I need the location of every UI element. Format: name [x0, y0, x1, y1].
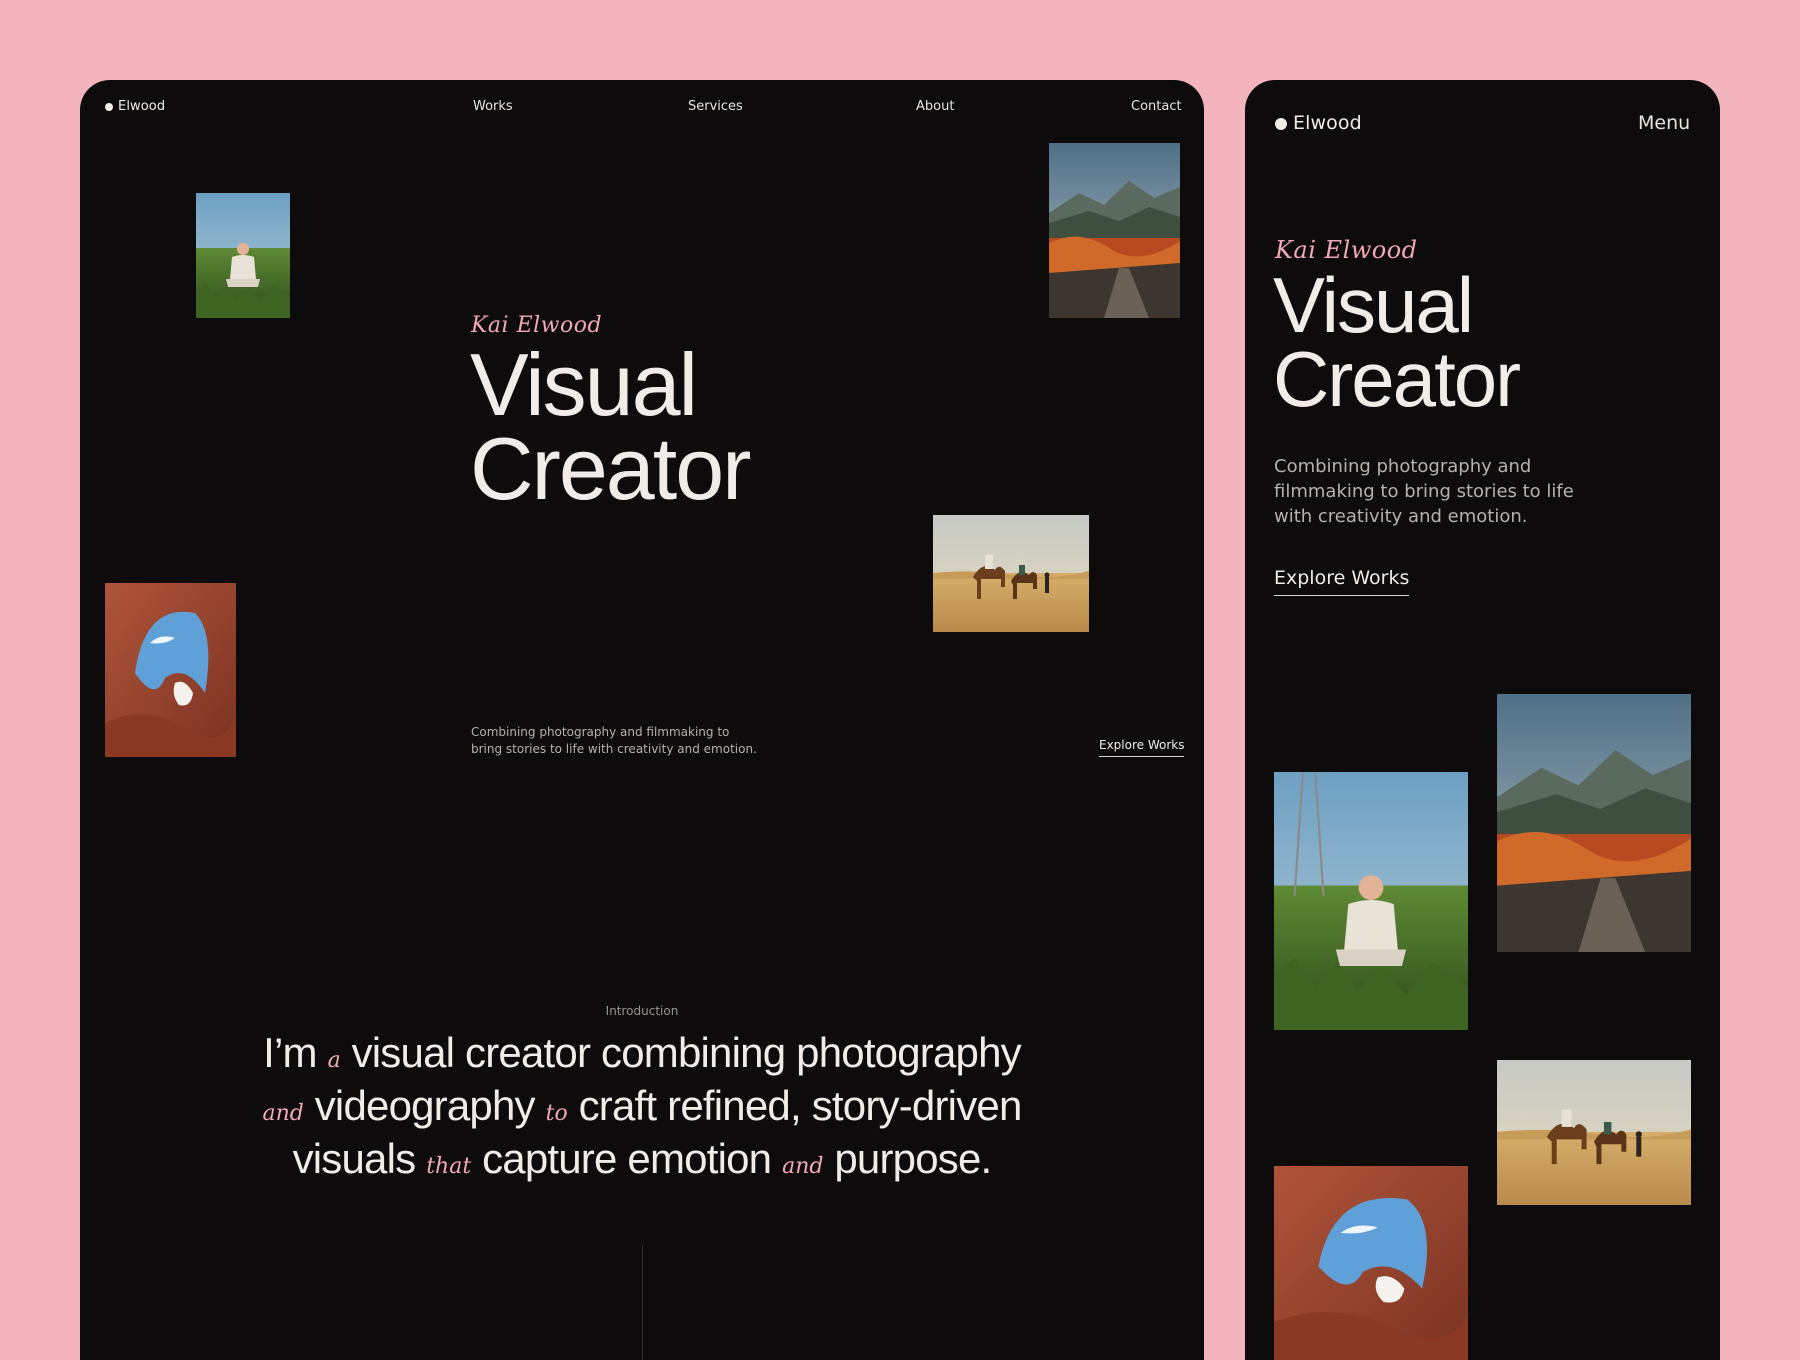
mobile-subtitle-line: filmmaking to bring stories to life: [1274, 481, 1574, 502]
mobile-desert-camels-photo: [1497, 1060, 1691, 1205]
mobile-hero-title: Visual Creator: [1273, 261, 1521, 424]
intro-script-word: to: [545, 1101, 568, 1126]
brand-dot-icon: [105, 102, 113, 111]
mobile-subtitle-line: with creativity and emotion.: [1274, 506, 1528, 527]
mobile-preview: Elwood Menu Kai Elwood Visual Creator Co…: [1245, 80, 1720, 1360]
hero-title-line1: Visual: [470, 335, 698, 434]
mobile-explore-works-link[interactable]: Explore Works: [1274, 567, 1410, 596]
mobile-autumn-mountains-photo: [1497, 694, 1691, 952]
intro-text-part: visual creator combining: [351, 1029, 786, 1076]
desert-camels-photo: [933, 515, 1089, 632]
intro-text-part: purpose.: [834, 1135, 992, 1182]
hero-subtitle-line2: bring stories to life with creativity an…: [471, 741, 757, 756]
intro-script-word: and: [262, 1101, 304, 1126]
brand-name: Elwood: [118, 99, 166, 114]
hero-title-line2: Creator: [470, 418, 751, 518]
intro-text-part: capture emotion: [482, 1135, 772, 1182]
hero-subtitle-line1: Combining photography and filmmaking to: [471, 725, 730, 739]
intro-script-word: and: [782, 1154, 824, 1179]
nav-services[interactable]: Services: [688, 99, 743, 114]
intro-statement: I’m a visual creator combining photograp…: [242, 1030, 1042, 1189]
intro-text-part: photography: [796, 1029, 1022, 1076]
intro-text-part: videography: [314, 1082, 536, 1129]
person-in-field-photo: [196, 193, 290, 318]
divider-line: [642, 1245, 643, 1360]
mobile-hero-subtitle: Combining photography and filmmaking to …: [1274, 454, 1574, 529]
intro-text-part: craft: [578, 1082, 657, 1129]
hero-title: Visual Creator: [470, 335, 751, 518]
rock-arch-photo: [105, 583, 236, 757]
mobile-hero-name: Kai Elwood: [1275, 236, 1418, 264]
brand-logo[interactable]: Elwood: [105, 99, 165, 114]
mobile-person-in-field-photo: [1274, 772, 1468, 1030]
intro-text-part: I’m: [263, 1029, 317, 1076]
nav-contact[interactable]: Contact: [1131, 99, 1182, 114]
mobile-hero-title-line1: Visual: [1273, 261, 1474, 349]
autumn-mountains-photo: [1049, 143, 1180, 318]
nav-about[interactable]: About: [916, 99, 954, 114]
intro-script-word: a: [327, 1048, 341, 1073]
intro-label: Introduction: [605, 1004, 679, 1018]
explore-works-link[interactable]: Explore Works: [1099, 738, 1185, 757]
mobile-hero-title-line2: Creator: [1273, 335, 1521, 424]
mobile-rock-arch-photo: [1274, 1166, 1468, 1360]
brand-name: Elwood: [1293, 112, 1362, 134]
hero-subtitle: Combining photography and filmmaking to …: [471, 724, 757, 758]
nav-works[interactable]: Works: [473, 99, 513, 114]
intro-script-word: that: [426, 1154, 472, 1179]
mobile-brand-logo[interactable]: Elwood: [1275, 112, 1362, 134]
menu-button[interactable]: Menu: [1638, 112, 1690, 134]
mobile-subtitle-line: Combining photography and: [1274, 456, 1532, 477]
desktop-preview: Elwood Works Services About Contact Kai …: [80, 80, 1204, 1360]
brand-dot-icon: [1275, 117, 1287, 130]
